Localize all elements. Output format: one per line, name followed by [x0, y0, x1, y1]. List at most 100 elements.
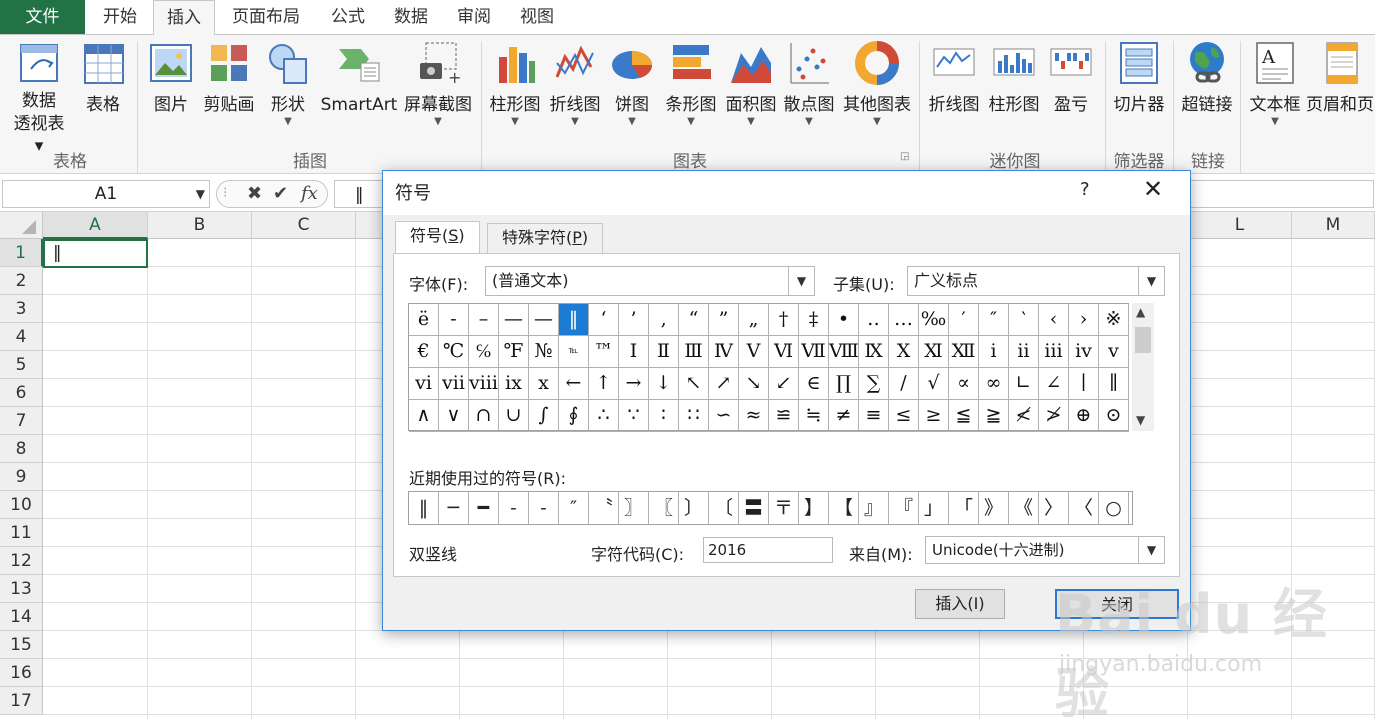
area-chart-button[interactable]: 面积图 ▼: [722, 39, 780, 127]
symbol-cell[interactable]: ≮: [1009, 400, 1039, 432]
symbol-cell[interactable]: Ⅰ: [619, 336, 649, 368]
symbol-cell[interactable]: ⅵ: [409, 368, 439, 400]
symbol-cell[interactable]: ∶: [649, 400, 679, 432]
textbox-button[interactable]: A 文本框 ▼: [1246, 39, 1304, 127]
pie-chart-button[interactable]: 饼图 ▼: [608, 39, 656, 127]
symbol-cell[interactable]: ∥: [1099, 368, 1129, 400]
symbol-cell[interactable]: ↙: [769, 368, 799, 400]
row-header-13[interactable]: 13: [0, 575, 43, 603]
scrollbar-thumb[interactable]: [1135, 327, 1151, 353]
symbol-cell[interactable]: ™: [589, 336, 619, 368]
symbol-cell[interactable]: ‡: [799, 304, 829, 336]
column-header-m[interactable]: M: [1292, 212, 1375, 239]
recent-symbol[interactable]: 【: [829, 492, 859, 524]
symbol-cell[interactable]: ⅰ: [979, 336, 1009, 368]
symbol-cell[interactable]: ∴: [589, 400, 619, 432]
row-header-2[interactable]: 2: [0, 267, 43, 295]
close-icon[interactable]: ✕: [1143, 175, 1163, 203]
recent-symbol[interactable]: 「: [949, 492, 979, 524]
symbol-cell[interactable]: ′: [949, 304, 979, 336]
symbol-cell[interactable]: ←: [559, 368, 589, 400]
chevron-down-icon[interactable]: ▼: [1138, 267, 1164, 295]
symbol-cell[interactable]: ⅷ: [469, 368, 499, 400]
chevron-down-icon[interactable]: ▼: [196, 181, 205, 207]
symbol-cell[interactable]: ↘: [739, 368, 769, 400]
tab-review[interactable]: 审阅: [451, 0, 497, 34]
recent-symbol[interactable]: ─: [439, 492, 469, 524]
char-code-input[interactable]: 2016: [703, 537, 833, 563]
symbol-cell[interactable]: -: [439, 304, 469, 336]
recent-symbol[interactable]: 『: [889, 492, 919, 524]
cancel-icon[interactable]: ✖: [247, 183, 262, 204]
line-chart-button[interactable]: 折线图 ▼: [546, 39, 604, 127]
recent-symbol[interactable]: 〝: [589, 492, 619, 524]
symbol-cell[interactable]: ∏: [829, 368, 859, 400]
recent-symbol[interactable]: -: [529, 492, 559, 524]
recent-symbol[interactable]: ━: [469, 492, 499, 524]
tab-home[interactable]: 开始: [95, 0, 145, 34]
symbol-cell[interactable]: ∩: [469, 400, 499, 432]
chevron-down-icon[interactable]: ▼: [788, 267, 814, 295]
symbol-cell[interactable]: ›: [1069, 304, 1099, 336]
symbol-cell[interactable]: „: [739, 304, 769, 336]
symbol-cell[interactable]: ≥: [919, 400, 949, 432]
row-header-3[interactable]: 3: [0, 295, 43, 323]
symbol-cell[interactable]: ≧: [979, 400, 1009, 432]
symbol-cell[interactable]: ‖: [559, 304, 589, 336]
recent-symbol[interactable]: -: [499, 492, 529, 524]
symbol-cell[interactable]: ≡: [859, 400, 889, 432]
symbol-cell[interactable]: ℡: [559, 336, 589, 368]
symbol-cell[interactable]: ≦: [949, 400, 979, 432]
symbol-cell[interactable]: Ⅲ: [679, 336, 709, 368]
symbol-cell[interactable]: ”: [709, 304, 739, 336]
symbol-cell[interactable]: Ⅻ: [949, 336, 979, 368]
symbol-cell[interactable]: ‰: [919, 304, 949, 336]
symbol-cell[interactable]: ∷: [679, 400, 709, 432]
symbol-cell[interactable]: –: [469, 304, 499, 336]
symbol-cell[interactable]: ⅲ: [1039, 336, 1069, 368]
symbol-cell[interactable]: ≈: [739, 400, 769, 432]
symbol-cell[interactable]: ≤: [889, 400, 919, 432]
symbol-cell[interactable]: Ⅶ: [799, 336, 829, 368]
symbol-cell[interactable]: ∽: [709, 400, 739, 432]
symbol-cell[interactable]: ≌: [769, 400, 799, 432]
tab-file[interactable]: 文件: [0, 0, 85, 34]
symbol-cell[interactable]: ↗: [709, 368, 739, 400]
symbol-cell[interactable]: ∪: [499, 400, 529, 432]
enter-icon[interactable]: ✔: [273, 183, 288, 204]
recent-symbol[interactable]: 〓: [739, 492, 769, 524]
symbol-cell[interactable]: ‥: [859, 304, 889, 336]
symbol-cell[interactable]: ⊕: [1069, 400, 1099, 432]
font-select[interactable]: (普通文本) ▼: [485, 266, 815, 296]
symbol-cell[interactable]: ⅸ: [499, 368, 529, 400]
symbol-cell[interactable]: ‹: [1039, 304, 1069, 336]
tab-formulas[interactable]: 公式: [325, 0, 371, 34]
symbol-cell[interactable]: ≠: [829, 400, 859, 432]
symbol-cell[interactable]: Ⅷ: [829, 336, 859, 368]
tab-insert[interactable]: 插入: [153, 0, 215, 35]
table-button[interactable]: 表格: [78, 39, 128, 117]
row-header-14[interactable]: 14: [0, 603, 43, 631]
column-header-l[interactable]: L: [1188, 212, 1292, 239]
tab-page-layout[interactable]: 页面布局: [225, 0, 307, 34]
symbol-cell[interactable]: ∨: [439, 400, 469, 432]
recent-symbol[interactable]: 〉: [1039, 492, 1069, 524]
row-header-6[interactable]: 6: [0, 379, 43, 407]
symbol-cell[interactable]: ‵: [1009, 304, 1039, 336]
clipart-button[interactable]: 剪贴画: [200, 39, 258, 117]
symbol-cell[interactable]: ⊙: [1099, 400, 1129, 432]
row-header-4[interactable]: 4: [0, 323, 43, 351]
symbol-cell[interactable]: •: [829, 304, 859, 336]
symbol-cell[interactable]: ∣: [1069, 368, 1099, 400]
sparkline-line-button[interactable]: 折线图: [924, 39, 984, 117]
header-footer-button[interactable]: 页眉和页: [1306, 39, 1375, 117]
symbol-cell[interactable]: ë: [409, 304, 439, 336]
recent-symbol[interactable]: ‖: [409, 492, 439, 524]
symbol-cell[interactable]: ∵: [619, 400, 649, 432]
symbol-cell[interactable]: ∞: [979, 368, 1009, 400]
symbol-cell[interactable]: →: [619, 368, 649, 400]
slicer-button[interactable]: 切片器: [1110, 39, 1168, 117]
symbol-cell[interactable]: ⅹ: [529, 368, 559, 400]
symbol-cell[interactable]: №: [529, 336, 559, 368]
scatter-chart-button[interactable]: 散点图 ▼: [780, 39, 838, 127]
